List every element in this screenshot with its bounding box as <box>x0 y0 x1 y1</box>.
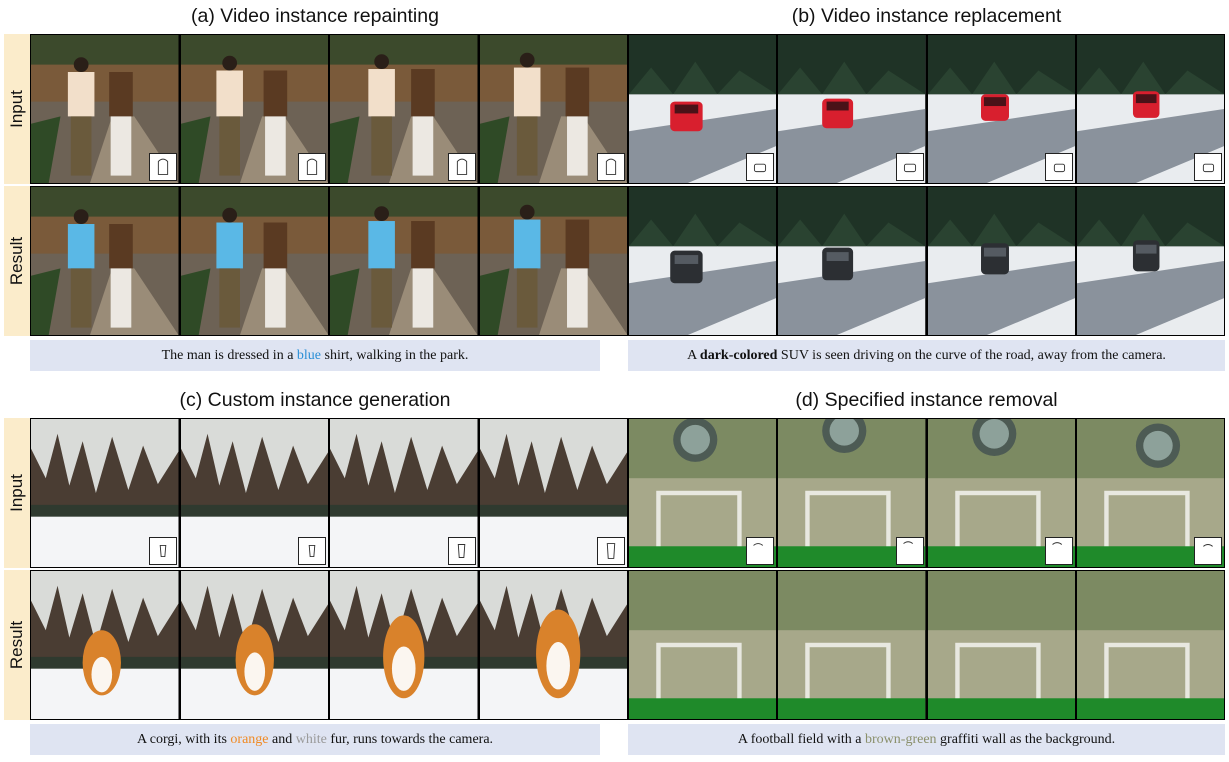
mask-thumbnail <box>1194 537 1222 565</box>
mask-thumbnail <box>895 153 924 181</box>
mask-thumbnail <box>447 153 476 181</box>
video-frame <box>1076 187 1224 335</box>
video-frame <box>479 571 627 719</box>
panel-custom-instance-generation: (c) Custom instance generation Input Res… <box>4 384 628 755</box>
mask-thumbnail <box>895 537 924 565</box>
video-frame <box>629 571 779 719</box>
mask-thumbnail <box>1044 153 1073 181</box>
video-frame <box>778 419 928 567</box>
mask-thumbnail <box>597 153 625 181</box>
result-frames <box>30 570 628 720</box>
video-frame <box>927 419 1077 567</box>
video-frame <box>330 187 480 335</box>
video-frame <box>629 187 779 335</box>
video-frame <box>479 419 627 567</box>
input-frames <box>30 34 628 184</box>
panel-title: (c) Custom instance generation <box>179 389 451 411</box>
video-frame <box>1076 35 1224 183</box>
video-frame <box>330 419 480 567</box>
mask-thumbnail <box>746 537 775 565</box>
row-label-result: Result <box>4 570 30 720</box>
mask-thumbnail <box>148 153 177 181</box>
row-label-result: Result <box>4 186 30 336</box>
video-frame <box>479 35 627 183</box>
mask-thumbnail <box>1194 153 1222 181</box>
video-frame <box>927 187 1077 335</box>
video-frame <box>778 35 928 183</box>
video-frame <box>927 35 1077 183</box>
video-frame <box>31 571 181 719</box>
video-frame <box>330 35 480 183</box>
video-frame <box>180 35 330 183</box>
mask-thumbnail <box>746 153 775 181</box>
result-frames <box>30 186 628 336</box>
panel-title: (d) Specified instance removal <box>795 389 1058 411</box>
panel-video-instance-repainting: (a) Video instance repainting Input Resu… <box>4 0 628 371</box>
video-frame <box>180 419 330 567</box>
result-frames <box>628 186 1225 336</box>
row-label-input: Input <box>4 34 30 184</box>
mask-thumbnail <box>298 537 326 565</box>
video-frame <box>31 187 181 335</box>
input-frames <box>628 34 1225 184</box>
panel-title: (a) Video instance repainting <box>191 5 439 27</box>
video-frame <box>31 419 181 567</box>
video-frame <box>1076 571 1224 719</box>
panel-title: (b) Video instance replacement <box>791 5 1062 27</box>
video-frame <box>330 571 480 719</box>
input-frames <box>628 418 1225 568</box>
video-frame <box>180 571 330 719</box>
mask-thumbnail <box>298 153 326 181</box>
caption: The man is dressed in a blue shirt, walk… <box>30 340 600 371</box>
video-frame <box>479 187 627 335</box>
panel-video-instance-replacement: (b) Video instance replacement A dark-co… <box>628 0 1225 371</box>
caption: A corgi, with its orange and white fur, … <box>30 724 600 755</box>
mask-thumbnail <box>597 537 625 565</box>
video-frame <box>629 35 779 183</box>
video-frame <box>31 35 181 183</box>
video-frame <box>778 571 928 719</box>
video-frame <box>927 571 1077 719</box>
panel-specified-instance-removal: (d) Specified instance removal A footbal… <box>628 384 1225 755</box>
video-frame <box>629 419 779 567</box>
caption: A football field with a brown-green graf… <box>628 724 1225 755</box>
video-frame <box>180 187 330 335</box>
result-frames <box>628 570 1225 720</box>
input-frames <box>30 418 628 568</box>
mask-thumbnail <box>447 537 476 565</box>
row-label-input: Input <box>4 418 30 568</box>
video-frame <box>1076 419 1224 567</box>
mask-thumbnail <box>148 537 177 565</box>
caption: A dark-colored SUV is seen driving on th… <box>628 340 1225 371</box>
video-frame <box>778 187 928 335</box>
mask-thumbnail <box>1044 537 1073 565</box>
